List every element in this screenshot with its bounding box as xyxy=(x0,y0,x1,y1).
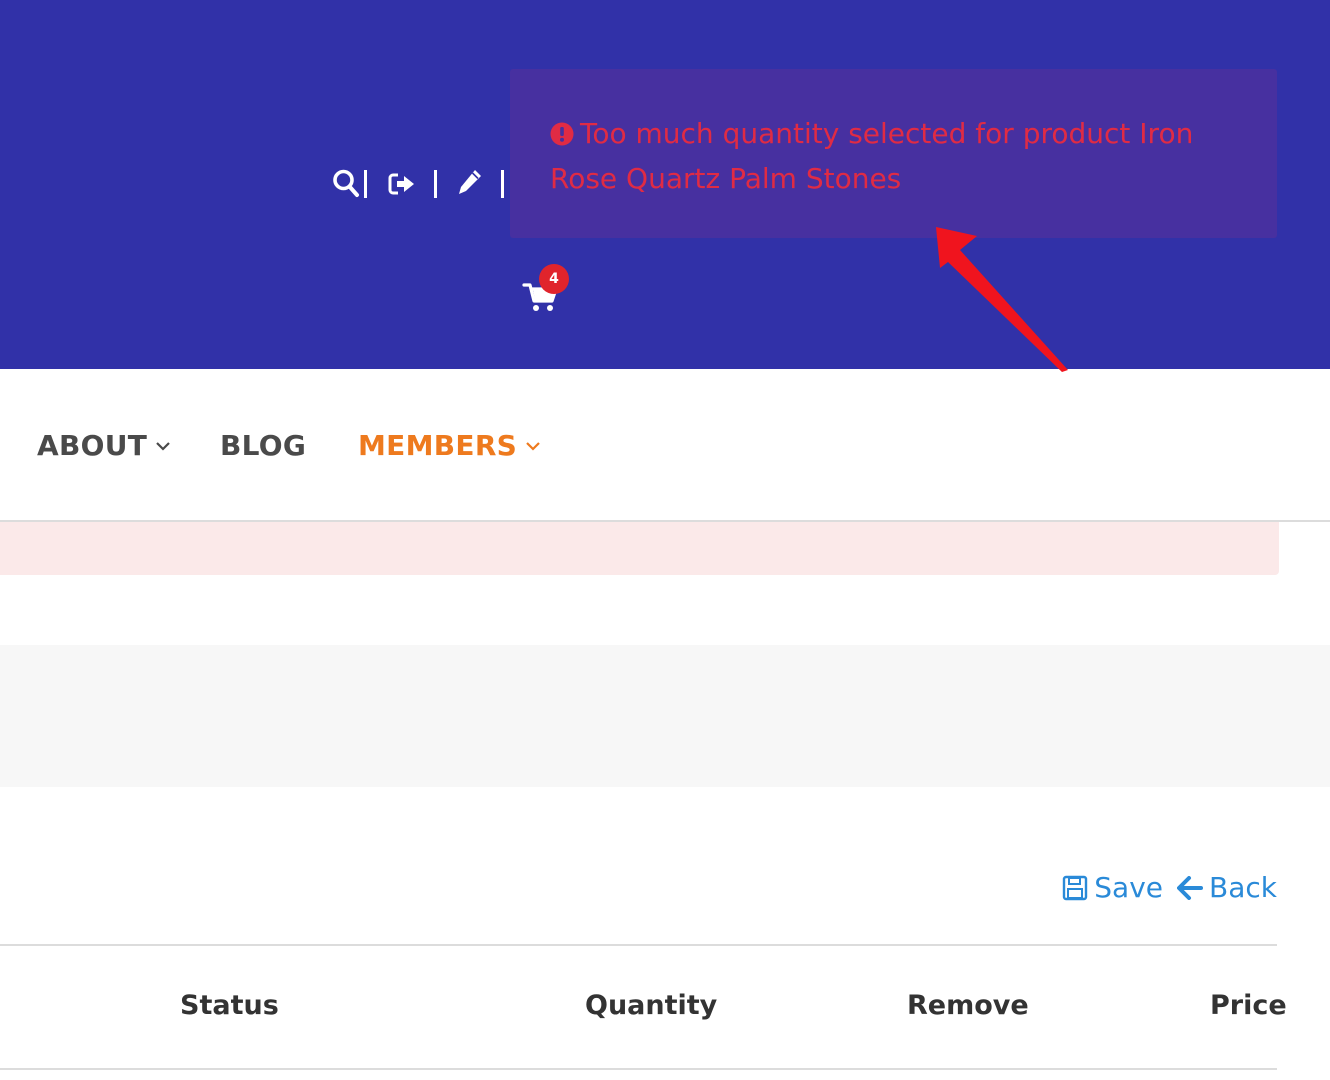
arrow-left-icon xyxy=(1177,875,1204,900)
nav-item-label: BLOG xyxy=(220,429,307,462)
toast-message: Too much quantity selected for product I… xyxy=(550,117,1194,195)
content-panel xyxy=(0,645,1330,787)
table-header-border xyxy=(0,1068,1277,1070)
back-label: Back xyxy=(1209,871,1277,904)
nav-item-label: MEMBERS xyxy=(358,429,518,462)
nav-item-members[interactable]: MEMBERS xyxy=(358,429,541,462)
main-nav: ABOUT BLOG MEMBERS xyxy=(0,369,1330,522)
error-toast[interactable]: Too much quantity selected for product I… xyxy=(510,69,1277,238)
cart-actions: Save Back xyxy=(1048,871,1277,904)
search-icon[interactable] xyxy=(332,168,360,198)
nav-item-label: ABOUT xyxy=(37,429,148,462)
column-header-status: Status xyxy=(180,990,279,1021)
header-separator xyxy=(501,170,504,198)
sign-out-icon[interactable] xyxy=(388,172,416,196)
chevron-down-icon xyxy=(526,442,540,451)
back-button[interactable]: Back xyxy=(1177,871,1277,904)
table-top-border xyxy=(0,944,1277,946)
alert-banner xyxy=(0,522,1279,575)
column-header-price: Price xyxy=(1210,990,1287,1021)
exclamation-circle-icon xyxy=(550,122,574,146)
header-separator xyxy=(434,170,437,198)
nav-item-about[interactable]: ABOUT xyxy=(37,429,171,462)
save-label: Save xyxy=(1094,871,1164,904)
nav-item-blog[interactable]: BLOG xyxy=(220,429,306,462)
chevron-down-icon xyxy=(156,442,170,451)
pencil-icon[interactable] xyxy=(457,168,483,196)
save-button[interactable]: Save xyxy=(1062,871,1163,904)
floppy-disk-icon xyxy=(1063,875,1088,900)
cart-badge: 4 xyxy=(539,264,569,294)
column-header-remove: Remove xyxy=(907,990,1029,1021)
header-separator xyxy=(364,170,367,198)
column-header-quantity: Quantity xyxy=(585,990,718,1021)
